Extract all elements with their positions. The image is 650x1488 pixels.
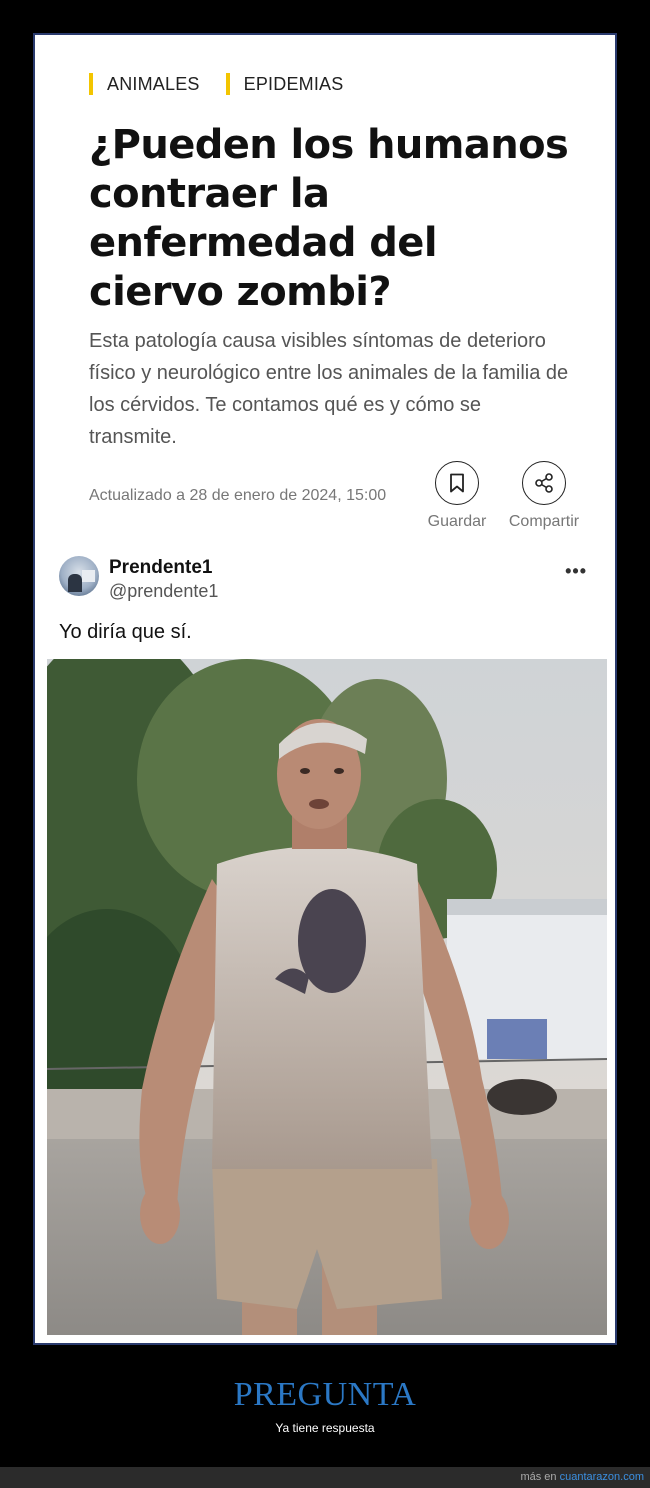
avatar-sign	[82, 570, 95, 582]
footer-prefix: más en	[520, 1471, 560, 1483]
article-subtitle: Esta patología causa visibles síntomas d…	[89, 330, 569, 448]
tag-label[interactable]: EPIDEMIAS	[244, 74, 344, 95]
tweet-author-handle[interactable]: @prendente1	[109, 581, 218, 602]
article-card: ANIMALES EPIDEMIAS ¿Pueden los humanos c…	[37, 37, 613, 1341]
tweet-text: Yo diría que sí.	[59, 621, 192, 643]
site-footer: más en cuantarazon.com	[0, 1467, 650, 1488]
share-label[interactable]: Compartir	[499, 513, 589, 531]
site-link[interactable]: cuantarazon.com	[560, 1471, 644, 1483]
tag-animales[interactable]: ANIMALES	[89, 73, 200, 95]
tag-accent-bar	[89, 73, 93, 95]
article-date: Actualizado a 28 de enero de 2024, 15:00	[89, 487, 387, 504]
caption-title: PREGUNTA	[233, 1376, 417, 1413]
tweet-author-name[interactable]: Prendente1	[109, 557, 212, 579]
tag-epidemias[interactable]: EPIDEMIAS	[225, 73, 344, 95]
category-tags: ANIMALES EPIDEMIAS	[89, 73, 343, 95]
share-button[interactable]: Compartir	[499, 461, 589, 531]
save-label[interactable]: Guardar	[412, 513, 502, 531]
photo-illustration	[47, 659, 607, 1335]
bookmark-icon[interactable]	[435, 461, 479, 505]
tag-label[interactable]: ANIMALES	[107, 74, 200, 95]
share-icon[interactable]	[522, 461, 566, 505]
caption-subtitle: Ya tiene respuesta	[275, 1421, 375, 1435]
avatar[interactable]	[59, 556, 99, 596]
meme-frame: ANIMALES EPIDEMIAS ¿Pueden los humanos c…	[33, 33, 617, 1345]
save-button[interactable]: Guardar	[412, 461, 502, 531]
tweet-header: Prendente1 @prendente1 •••	[59, 555, 599, 603]
avatar-figure	[68, 574, 82, 592]
more-options-icon[interactable]: •••	[565, 561, 587, 582]
tag-accent-bar	[225, 73, 230, 95]
tweet-photo[interactable]	[47, 659, 607, 1335]
article-headline: ¿Pueden los humanos contraer la enfermed…	[89, 122, 569, 315]
